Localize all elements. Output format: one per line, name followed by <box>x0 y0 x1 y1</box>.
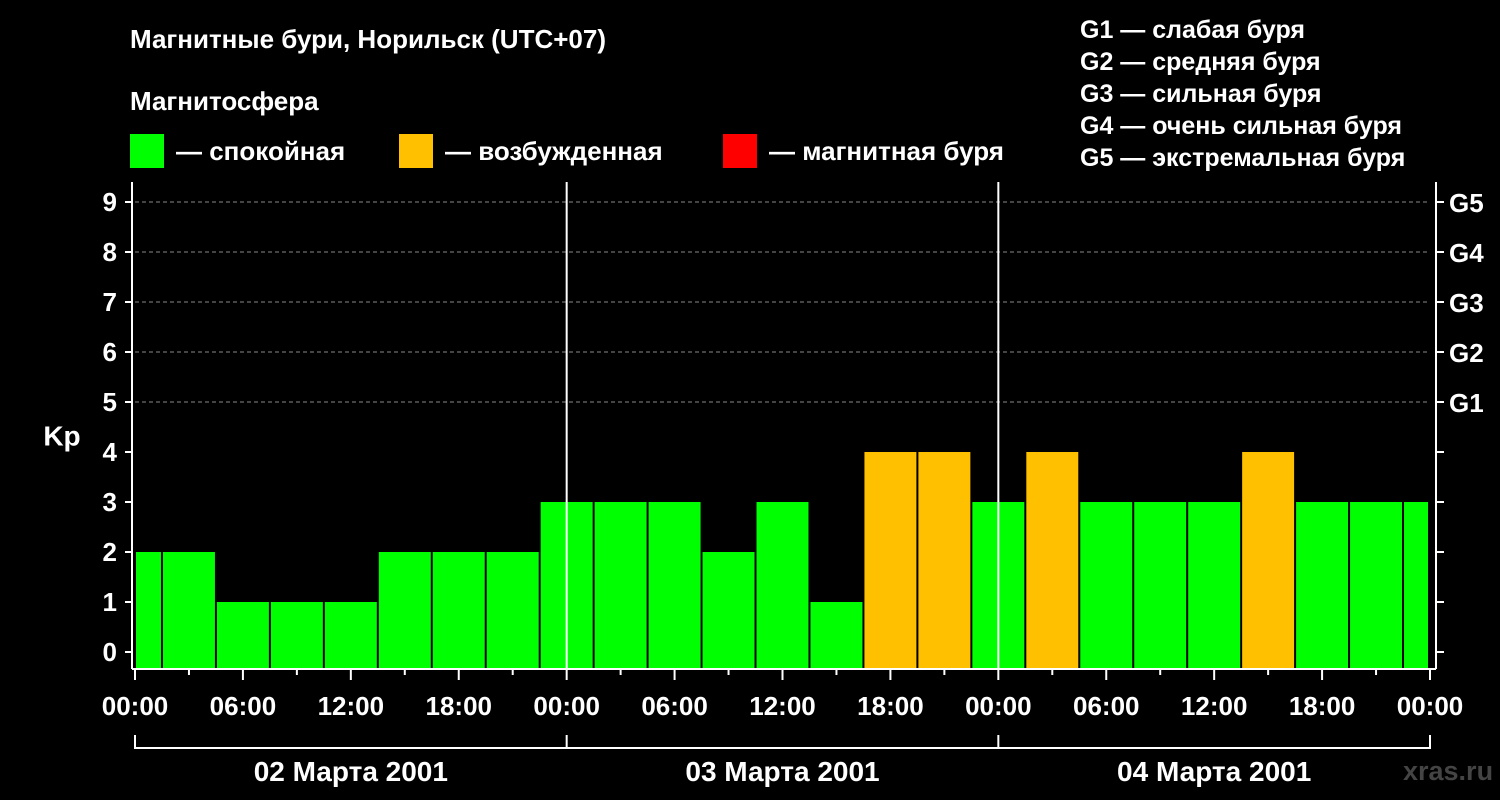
kp-bar-14 <box>864 452 917 668</box>
x-tick-label-10: 12:00 <box>1181 691 1248 721</box>
kp-bar-1 <box>162 552 215 668</box>
kp-bar-5 <box>378 552 431 668</box>
x-tick-label-1: 06:00 <box>210 691 277 721</box>
y-tick-label-8: 8 <box>103 237 117 267</box>
x-tick-label-12: 00:00 <box>1397 691 1464 721</box>
kp-bar-15 <box>918 452 971 668</box>
kp-bar-11 <box>702 552 755 668</box>
kp-bar-24 <box>1404 502 1428 668</box>
y-tick-label-3: 3 <box>103 487 117 517</box>
x-tick-label-3: 18:00 <box>426 691 493 721</box>
kp-bar-2 <box>216 602 269 668</box>
storm-level-label-G1: G1 <box>1449 388 1484 418</box>
x-tick-label-8: 00:00 <box>965 691 1032 721</box>
storm-level-label-G3: G3 <box>1449 288 1484 318</box>
kp-bar-21 <box>1242 452 1295 668</box>
grid-layer <box>135 201 1430 403</box>
x-tick-label-2: 12:00 <box>318 691 385 721</box>
day-label-0: 02 Марта 2001 <box>254 756 448 787</box>
day-label-1: 03 Марта 2001 <box>685 756 879 787</box>
y-tick-label-5: 5 <box>103 387 117 417</box>
kp-bar-22 <box>1296 502 1349 668</box>
storm-level-label-G2: G2 <box>1449 338 1484 368</box>
kp-bar-10 <box>648 502 701 668</box>
kp-bar-17 <box>1026 452 1079 668</box>
kp-bar-3 <box>270 602 323 668</box>
y-tick-label-4: 4 <box>103 437 118 467</box>
y-tick-label-7: 7 <box>103 287 117 317</box>
kp-bar-6 <box>432 552 485 668</box>
x-tick-label-0: 00:00 <box>102 691 169 721</box>
y-tick-label-6: 6 <box>103 337 117 367</box>
kp-bar-4 <box>324 602 377 668</box>
x-tick-label-5: 06:00 <box>641 691 708 721</box>
watermark: xras.ru <box>1403 756 1494 786</box>
storm-level-label-G4: G4 <box>1449 238 1484 268</box>
x-tick-label-11: 18:00 <box>1289 691 1356 721</box>
kp-bar-18 <box>1080 502 1133 668</box>
kp-bar-7 <box>486 552 539 668</box>
kp-bar-0 <box>136 552 161 668</box>
y-tick-label-9: 9 <box>103 187 117 217</box>
bars-layer <box>136 452 1428 668</box>
kp-bar-chart: Kp 0 1 2 3 4 5 6 7 8 9 G1 G2 G3 G4 G5 00:00 06:00 12:00 18… <box>43 182 1484 787</box>
kp-bar-23 <box>1350 502 1403 668</box>
kp-bar-12 <box>756 502 809 668</box>
kp-bar-19 <box>1134 502 1187 668</box>
x-tick-label-9: 06:00 <box>1073 691 1140 721</box>
kp-bar-13 <box>810 602 863 668</box>
kp-bar-9 <box>594 502 647 668</box>
y-tick-label-1: 1 <box>103 587 117 617</box>
x-tick-label-4: 00:00 <box>533 691 600 721</box>
day-label-2: 04 Марта 2001 <box>1117 756 1311 787</box>
y-axis-label: Kp <box>43 420 80 451</box>
kp-bar-20 <box>1188 502 1241 668</box>
x-tick-label-7: 18:00 <box>857 691 924 721</box>
y-tick-label-0: 0 <box>103 637 117 667</box>
x-tick-label-6: 12:00 <box>749 691 816 721</box>
storm-level-label-G5: G5 <box>1449 188 1484 218</box>
y-tick-label-2: 2 <box>103 537 117 567</box>
